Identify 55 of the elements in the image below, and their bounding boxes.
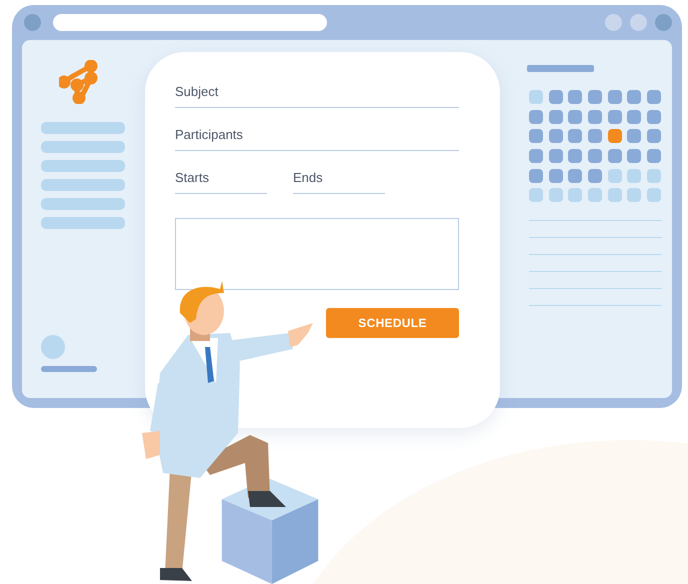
calendar-day[interactable] <box>608 168 622 183</box>
calendar-day[interactable] <box>627 188 642 202</box>
calendar-day[interactable] <box>548 168 563 183</box>
calendar-day[interactable] <box>627 129 642 144</box>
text-field[interactable]: Ends <box>293 162 385 194</box>
calendar-day[interactable] <box>568 149 582 164</box>
calendar-day[interactable] <box>529 188 543 202</box>
calendar-day[interactable] <box>647 188 662 202</box>
calendar-day[interactable] <box>647 110 662 124</box>
calendar-day[interactable] <box>568 188 582 202</box>
text-field[interactable]: Subject <box>175 76 459 108</box>
calendar-day[interactable] <box>568 110 582 124</box>
calendar-day[interactable] <box>568 168 582 183</box>
schedule-button[interactable]: SCHEDULE <box>326 308 459 338</box>
calendar-day[interactable] <box>568 90 582 104</box>
avatar-circle <box>41 335 65 359</box>
window-dot-icon <box>655 14 672 31</box>
calendar-day[interactable] <box>548 110 563 124</box>
text-field[interactable]: Starts <box>175 162 267 194</box>
calendar-day[interactable] <box>548 188 563 202</box>
window-dot-icon <box>24 14 41 31</box>
calendar-title-bar <box>527 65 594 72</box>
text-field[interactable]: Participants <box>175 119 459 151</box>
calendar-day[interactable] <box>548 149 563 164</box>
calendar-day[interactable] <box>588 188 602 202</box>
calendar-day[interactable] <box>608 149 622 164</box>
calendar-day[interactable] <box>568 129 582 144</box>
calendar-day[interactable] <box>647 129 662 144</box>
calendar-day[interactable] <box>627 168 642 183</box>
calendar-day[interactable] <box>608 129 622 144</box>
notes-field[interactable] <box>175 218 459 290</box>
calendar-day[interactable] <box>608 90 622 104</box>
calendar-day[interactable] <box>647 168 662 183</box>
calendar-day[interactable] <box>627 90 642 104</box>
calendar-day[interactable] <box>627 110 642 124</box>
calendar-day[interactable] <box>529 129 543 144</box>
calendar-day[interactable] <box>529 110 543 124</box>
calendar-day[interactable] <box>548 129 563 144</box>
calendar-day[interactable] <box>608 110 622 124</box>
calendar-day[interactable] <box>548 90 563 104</box>
calendar-day[interactable] <box>588 168 602 183</box>
calendar-day[interactable] <box>647 149 662 164</box>
calendar-day[interactable] <box>588 149 602 164</box>
calendar-day[interactable] <box>647 90 662 104</box>
calendar-day[interactable] <box>529 149 543 164</box>
calendar-day[interactable] <box>529 168 543 183</box>
window-dot-icon <box>605 14 622 31</box>
calendar-day[interactable] <box>588 90 602 104</box>
calendar-day[interactable] <box>627 149 642 164</box>
window-dot-icon <box>630 14 647 31</box>
username-placeholder-bar <box>41 366 97 372</box>
calendar-day[interactable] <box>529 90 543 104</box>
calendar-day[interactable] <box>608 188 622 202</box>
calendar-day[interactable] <box>588 110 602 124</box>
calendar-day[interactable] <box>588 129 602 144</box>
